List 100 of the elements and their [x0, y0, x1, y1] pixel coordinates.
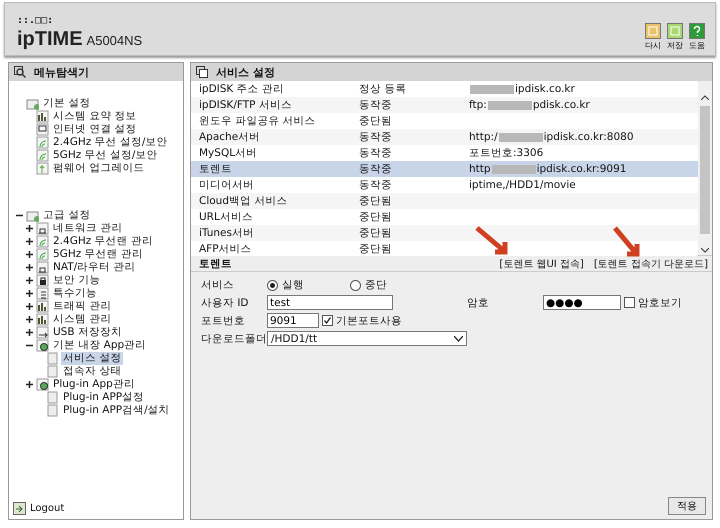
service-status: 동작중 — [359, 146, 393, 160]
brand-logo: ipTIME — [17, 28, 83, 51]
service-radio[interactable]: 실행 — [267, 278, 304, 292]
toolbar-button[interactable]: 저장 — [667, 23, 683, 51]
expand-icon[interactable] — [26, 381, 33, 388]
service-name: AFP서비스 — [199, 242, 253, 256]
app-icon — [36, 378, 49, 391]
tree-item[interactable]: 시스템 요약 정보 — [51, 110, 139, 123]
field-label: 암호 — [467, 296, 490, 310]
scroll-down-icon[interactable] — [701, 248, 709, 253]
tree-item[interactable]: Plug-in App관리 — [51, 378, 137, 391]
table-row[interactable]: ipDISK/FTP 서비스 동작중 ftp: pdisk.co.kr — [191, 97, 698, 113]
table-row[interactable]: 토렌트 동작중 http ipdisk.co.kr:9091 — [191, 161, 698, 177]
service-radio[interactable]: 중단 — [350, 278, 387, 292]
table-row[interactable]: Apache서버 동작중 http:/ ipdisk.co.kr:8080 — [191, 129, 698, 145]
table-row[interactable]: Cloud백업 서비스 중단됨 — [191, 193, 698, 209]
apply-button[interactable]: 적용 — [668, 497, 706, 515]
folder-select[interactable]: /HDD1/tt — [267, 331, 467, 346]
tree-item[interactable]: 5GHz 무선랜 관리 — [51, 248, 145, 261]
tree-item[interactable]: 인터넷 연결 설정 — [51, 123, 139, 136]
section-title: 토렌트 — [199, 256, 232, 270]
expand-icon[interactable] — [26, 238, 33, 245]
service-status: 중단됨 — [359, 226, 393, 240]
expand-icon[interactable] — [26, 251, 33, 258]
upgrade-icon — [36, 162, 49, 175]
tree-item[interactable]: NAT/라우터 관리 — [51, 261, 138, 274]
collapse-icon[interactable] — [26, 342, 33, 349]
field-label: 서비스 — [201, 278, 235, 292]
expand-icon[interactable] — [26, 264, 33, 271]
expand-icon[interactable] — [26, 303, 33, 310]
page-icon — [46, 404, 59, 417]
tree-item[interactable]: 2.4GHz 무선랜 관리 — [51, 235, 155, 248]
tree-item[interactable]: Plug-in APP설정 — [61, 391, 146, 404]
tree-item[interactable]: 보안 기능 — [51, 274, 102, 287]
toolbar-button[interactable]: 도움 — [689, 23, 705, 51]
expand-icon[interactable] — [26, 277, 33, 284]
doc-icon — [36, 287, 49, 300]
panel-title: 메뉴탐색기 — [34, 64, 89, 80]
checkbox[interactable] — [624, 297, 635, 308]
port-field[interactable]: 9091 — [267, 313, 319, 328]
service-status: 정상 등록 — [359, 82, 408, 96]
tree-item[interactable]: 2.4GHz 무선 설정/보안 — [51, 136, 170, 149]
wifi-icon — [36, 136, 49, 149]
tree-item[interactable]: 기본 내장 App관리 — [51, 339, 148, 352]
expand-icon[interactable] — [26, 329, 33, 336]
monitor-icon — [36, 123, 49, 136]
expand-icon[interactable] — [26, 316, 33, 323]
panel-title: 서비스 설정 — [216, 64, 275, 80]
service-info: iptime,/HDD1/movie — [469, 179, 577, 191]
tree-item[interactable]: 기본 설정 — [41, 97, 92, 110]
service-info: http ipdisk.co.kr:9091 — [469, 163, 628, 175]
page-icon — [46, 352, 59, 365]
search-icon — [14, 66, 26, 78]
service-name: iTunes서버 — [199, 226, 255, 240]
field-label: 다운로드폴더 — [201, 332, 267, 346]
table-row[interactable]: iTunes서버 중단됨 — [191, 225, 698, 241]
torrent-link[interactable]: [토렌트 접속기 다운로드] — [594, 256, 708, 270]
tree-item[interactable]: 트래픽 관리 — [51, 300, 114, 313]
service-name: ipDISK/FTP 서비스 — [199, 98, 293, 112]
toolbar-button[interactable]: 다시 — [645, 23, 661, 51]
password-field[interactable]: ●●●● — [543, 295, 621, 310]
user-id-field[interactable]: test — [267, 295, 393, 310]
help-icon — [689, 23, 705, 39]
service-name: Cloud백업 서비스 — [199, 194, 288, 208]
service-name: 토렌트 — [199, 162, 233, 176]
service-name: 윈도우 파일공유 서비스 — [199, 114, 317, 128]
expand-icon[interactable] — [26, 290, 33, 297]
tree-item[interactable]: 시스템 관리 — [51, 313, 114, 326]
usb-icon — [36, 326, 49, 339]
scroll-up-icon[interactable] — [701, 95, 709, 100]
tree-item[interactable]: 펌웨어 업그레이드 — [51, 162, 146, 175]
tree-item[interactable]: 네트워크 관리 — [51, 222, 124, 235]
lock-icon — [36, 274, 49, 287]
table-row[interactable]: AFP서비스 중단됨 — [191, 241, 698, 257]
chart-icon — [36, 313, 49, 326]
tree-item[interactable]: USB 저장장치 — [51, 326, 124, 339]
expand-icon[interactable] — [26, 225, 33, 232]
tree-item[interactable]: 5GHz 무선 설정/보안 — [51, 149, 160, 162]
logout-icon — [13, 502, 26, 515]
service-status: 동작중 — [359, 130, 393, 144]
torrent-link[interactable]: [토렌트 웹UI 접속] — [499, 256, 584, 270]
logout-link[interactable]: Logout — [30, 503, 64, 514]
tree-item[interactable]: 특수기능 — [51, 287, 99, 300]
tree-item[interactable]: Plug-in APP검색/설치 — [61, 404, 172, 417]
tree-item[interactable]: 접속자 상태 — [61, 365, 124, 378]
service-status: 동작중 — [359, 162, 393, 176]
scrollbar[interactable] — [698, 81, 712, 255]
field-label: 포트번호 — [201, 314, 246, 328]
service-name: MySQL서버 — [199, 146, 258, 160]
caret-icon — [454, 336, 463, 342]
checkbox[interactable] — [322, 315, 333, 326]
service-name: Apache서버 — [199, 130, 262, 144]
page-icon — [196, 66, 208, 78]
chart-icon — [36, 300, 49, 313]
page-icon — [46, 365, 59, 378]
tree-item[interactable]: 고급 설정 — [41, 209, 92, 222]
service-info: http:/ ipdisk.co.kr:8080 — [469, 131, 635, 143]
tree-item[interactable]: 서비스 설정 — [61, 352, 124, 365]
collapse-icon[interactable] — [16, 212, 23, 219]
network-icon — [36, 261, 49, 274]
